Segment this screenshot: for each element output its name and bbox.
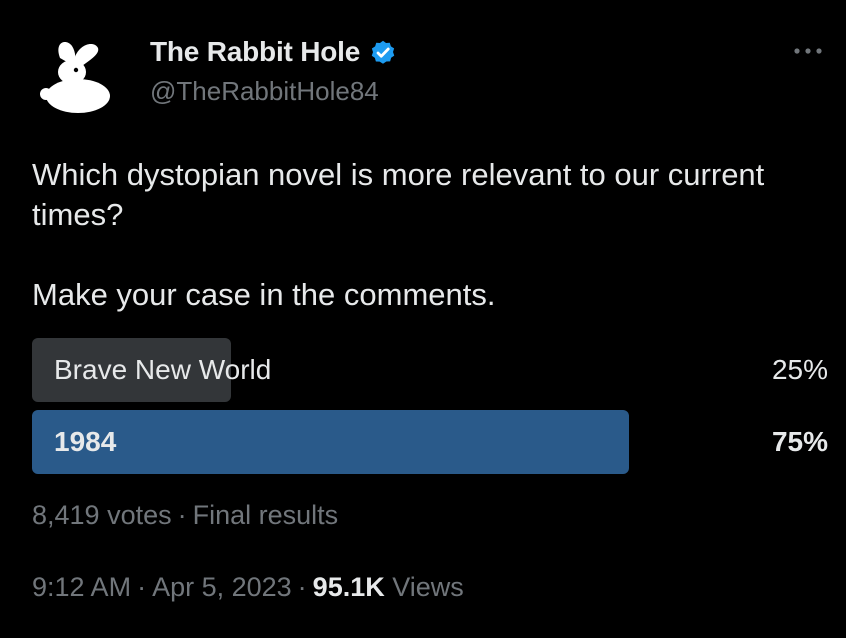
- avatar[interactable]: [32, 30, 120, 118]
- views-count: 95.1K: [312, 572, 385, 602]
- poll-status: Final results: [192, 500, 339, 530]
- more-options-button[interactable]: [788, 36, 828, 66]
- poll-option: Brave New World 25%: [32, 338, 828, 402]
- poll-option: 1984 75%: [32, 410, 828, 474]
- views-label: Views: [392, 572, 464, 602]
- author-name-row: The Rabbit Hole: [150, 34, 398, 70]
- tweet-time[interactable]: 9:12 AM: [32, 572, 131, 602]
- tweet-date[interactable]: Apr 5, 2023: [152, 572, 292, 602]
- separator: ·: [177, 500, 187, 530]
- poll-bar: [32, 410, 629, 474]
- rabbit-icon: [40, 42, 110, 113]
- separator: ·: [137, 572, 147, 602]
- tweet: The Rabbit Hole @TheRabbitHole84 Which d…: [0, 0, 846, 638]
- author-name[interactable]: The Rabbit Hole: [150, 36, 360, 68]
- poll-option-percent: 25%: [771, 354, 828, 385]
- poll-option-percent: 75%: [771, 426, 828, 457]
- poll-option-label: Brave New World: [54, 354, 272, 385]
- poll-meta: 8,419 votes · Final results: [32, 500, 338, 531]
- verified-badge-icon: [371, 40, 395, 64]
- author-handle[interactable]: @TheRabbitHole84: [150, 76, 379, 107]
- poll: Brave New World 25% 1984 75%: [32, 338, 828, 482]
- poll-option-label: 1984: [54, 426, 117, 457]
- separator: ·: [297, 572, 307, 602]
- tweet-text: Which dystopian novel is more relevant t…: [32, 157, 765, 312]
- poll-votes: 8,419 votes: [32, 500, 172, 530]
- more-horizontal-icon: [794, 48, 822, 54]
- tweet-meta: 9:12 AM · Apr 5, 2023 · 95.1K Views: [32, 572, 464, 603]
